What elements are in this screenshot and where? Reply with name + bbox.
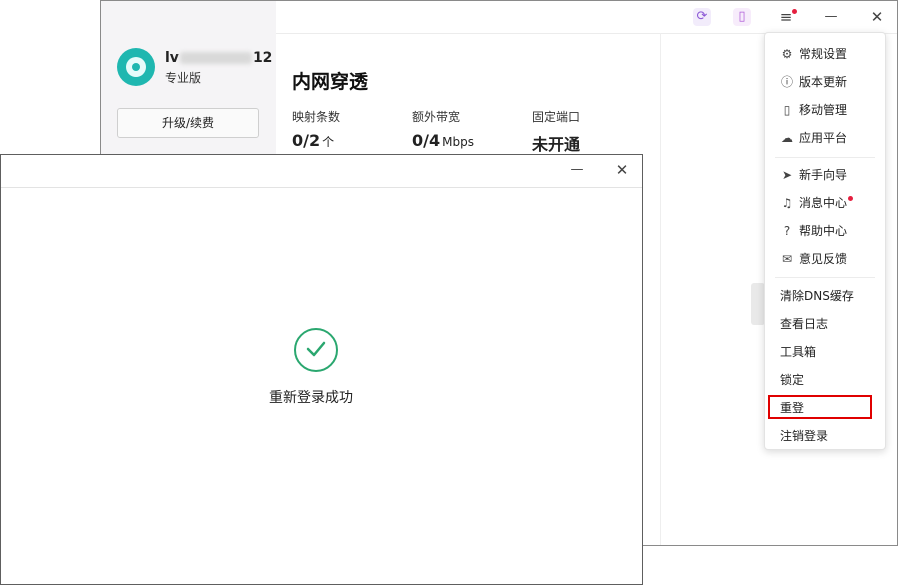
menu-item-version-update[interactable]: ⓘ 版本更新 bbox=[765, 70, 885, 94]
page-title: 内网穿透 bbox=[292, 71, 369, 93]
mail-icon: ✉ bbox=[781, 252, 793, 266]
relogin-dialog: — ✕ 重新登录成功 bbox=[0, 154, 643, 585]
phone-icon[interactable]: ▯ bbox=[733, 8, 751, 26]
success-check-icon bbox=[294, 328, 338, 372]
relogin-highlight-box bbox=[768, 395, 872, 419]
navigation-icon: ➤ bbox=[781, 168, 793, 182]
menu-item-app-platform[interactable]: ☁ 应用平台 bbox=[765, 126, 885, 150]
gear-icon: ⚙ bbox=[781, 47, 793, 61]
menu-item-feedback[interactable]: ✉ 意见反馈 bbox=[765, 247, 885, 271]
dialog-titlebar bbox=[1, 155, 642, 188]
cloud-icon: ☁ bbox=[781, 131, 793, 145]
dialog-minimize-button[interactable]: — bbox=[568, 162, 586, 177]
bell-icon: ♫ bbox=[781, 196, 793, 210]
dropdown-menu: ⚙ 常规设置 ⓘ 版本更新 ▯ 移动管理 ☁ 应用平台 ➤ 新手向导 ♫ 消息中… bbox=[764, 32, 886, 450]
success-message: 重新登录成功 bbox=[269, 390, 353, 406]
menu-item-message-center[interactable]: ♫ 消息中心 bbox=[765, 191, 885, 215]
sync-icon[interactable]: ⟳ bbox=[693, 8, 711, 26]
divider bbox=[660, 33, 661, 545]
notification-dot bbox=[792, 9, 797, 14]
avatar[interactable] bbox=[117, 48, 155, 86]
minimize-button[interactable]: — bbox=[822, 8, 840, 26]
username: lv 12 bbox=[165, 50, 273, 66]
stat-mapping-count: 映射条数 0/2 个 bbox=[292, 110, 341, 150]
phone-icon: ▯ bbox=[783, 103, 791, 117]
stat-extra-bandwidth: 额外带宽 0/4 Mbps bbox=[412, 110, 474, 150]
stat-fixed-port: 固定端口 未开通 bbox=[532, 110, 581, 154]
menu-item-lock[interactable]: 锁定 bbox=[765, 368, 885, 392]
menu-item-help-center[interactable]: ? 帮助中心 bbox=[765, 219, 885, 243]
help-icon: ? bbox=[783, 224, 791, 238]
menu-divider bbox=[775, 277, 875, 278]
menu-item-mobile-management[interactable]: ▯ 移动管理 bbox=[765, 98, 885, 122]
dialog-close-button[interactable]: ✕ bbox=[613, 161, 631, 179]
placeholder-graphic bbox=[751, 283, 765, 325]
info-icon: ⓘ bbox=[780, 75, 793, 89]
menu-item-logout[interactable]: 注销登录 bbox=[765, 424, 885, 448]
unread-dot bbox=[848, 196, 854, 201]
menu-divider bbox=[775, 157, 875, 158]
menu-item-general-settings[interactable]: ⚙ 常规设置 bbox=[765, 42, 885, 66]
main-titlebar bbox=[276, 1, 897, 34]
menu-item-toolbox[interactable]: 工具箱 bbox=[765, 340, 885, 364]
menu-item-clear-dns[interactable]: 清除DNS缓存 bbox=[765, 284, 885, 308]
edition-label: 专业版 bbox=[165, 71, 202, 85]
menu-item-view-log[interactable]: 查看日志 bbox=[765, 312, 885, 336]
close-button[interactable]: ✕ bbox=[868, 8, 886, 26]
upgrade-button[interactable]: 升级/续费 bbox=[117, 108, 259, 138]
redacted-username bbox=[179, 52, 252, 64]
menu-item-beginner-guide[interactable]: ➤ 新手向导 bbox=[765, 163, 885, 187]
